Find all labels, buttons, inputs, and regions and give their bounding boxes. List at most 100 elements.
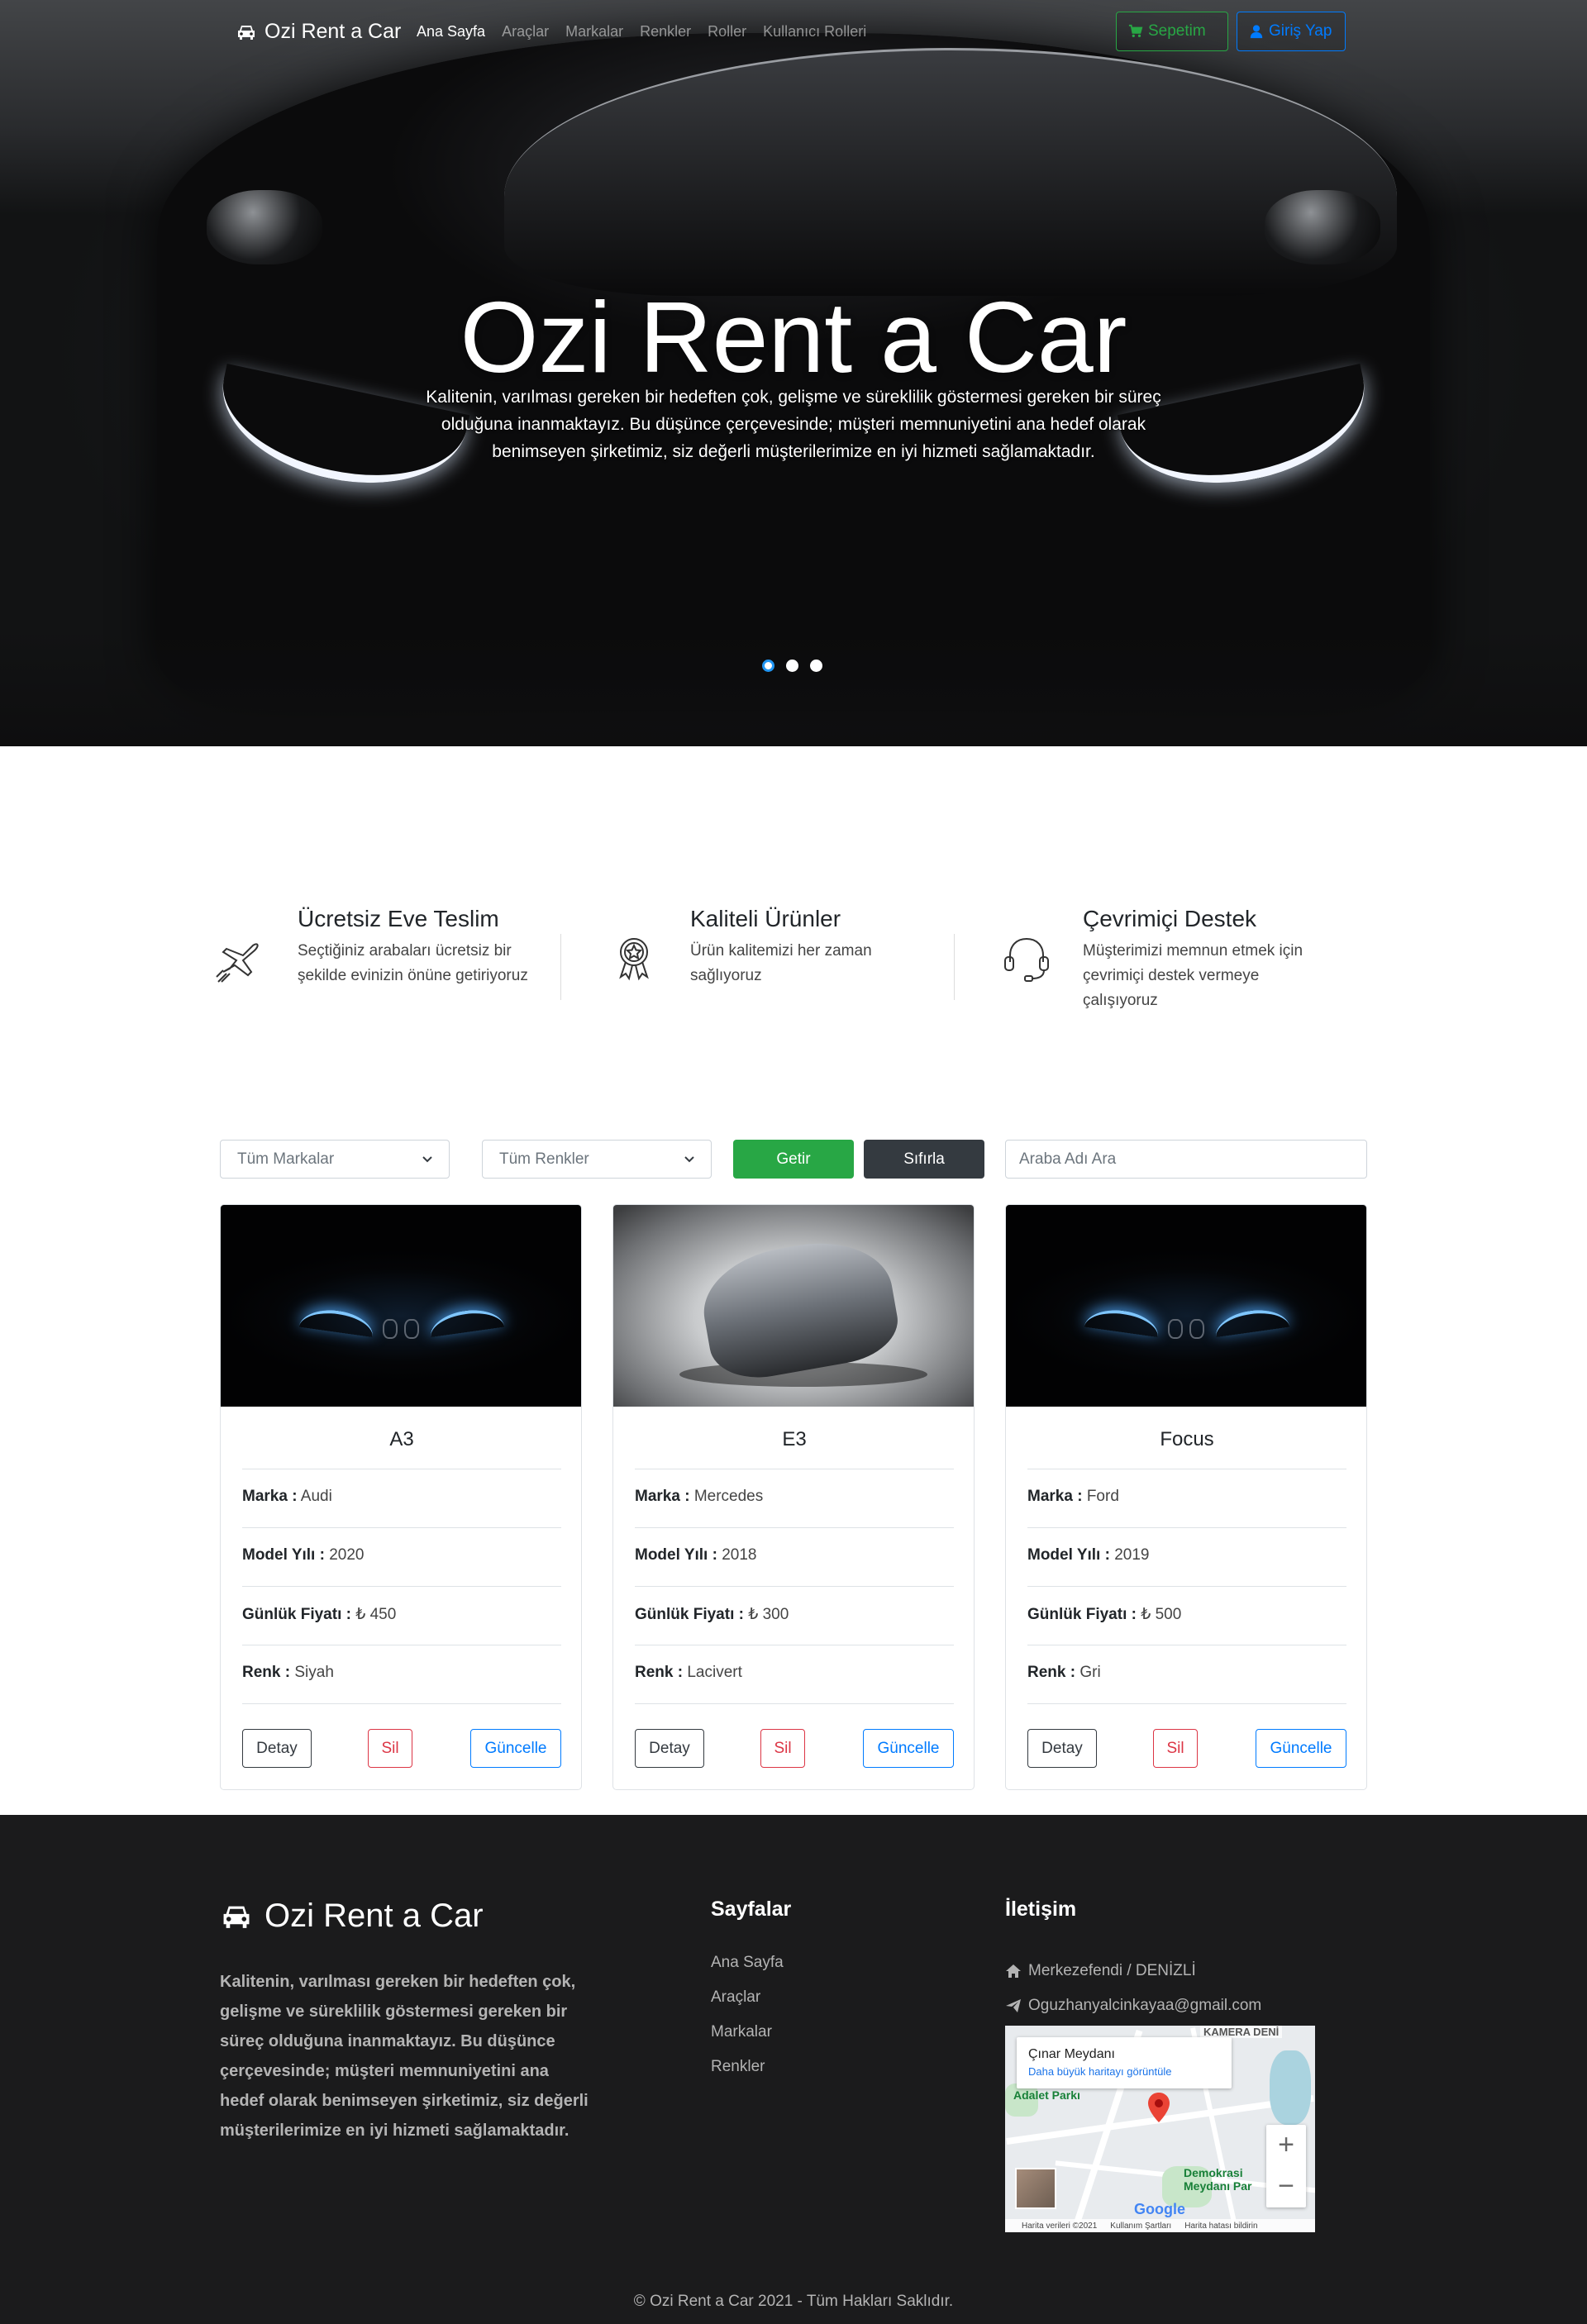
- car-price-row: Günlük Fiyatı : ₺ 300: [635, 1586, 954, 1645]
- car-year-row: Model Yılı : 2019: [1027, 1527, 1346, 1586]
- map-place-name: Çınar Meydanı: [1028, 2047, 1115, 2061]
- footer-email: Oguzhanyalcinkayaa@gmail.com: [1005, 1988, 1261, 2023]
- nav-link-brands[interactable]: Markalar: [565, 23, 623, 40]
- footer-address: Merkezefendi / DENİZLİ: [1005, 1954, 1261, 1988]
- cart-label: Sepetim: [1148, 22, 1206, 40]
- car-price-row: Günlük Fiyatı : ₺ 450: [242, 1586, 561, 1645]
- footer-link-brands[interactable]: Markalar: [711, 2023, 784, 2058]
- map-terms-link[interactable]: Kullanım Şartları: [1110, 2222, 1171, 2231]
- nav-link-colors[interactable]: Renkler: [640, 23, 691, 40]
- map-label-park: Adalet Parkı: [1013, 2088, 1080, 2102]
- feature-delivery: Ücretsiz Eve Teslim Seçtiğiniz arabaları…: [212, 901, 559, 1025]
- zoom-out-button[interactable]: −: [1266, 2166, 1306, 2207]
- delete-button[interactable]: Sil: [368, 1729, 412, 1768]
- car-name: E3: [782, 1428, 807, 1450]
- footer-about: Kalitenin, varılması gereken bir hedefte…: [220, 1973, 589, 2140]
- map-place-card: Çınar Meydanı Daha büyük haritayı görünt…: [1017, 2037, 1232, 2088]
- nav-link-cars[interactable]: Araçlar: [502, 23, 549, 40]
- car-brand-row: Marka : Ford: [1027, 1469, 1346, 1527]
- footer-link-cars[interactable]: Araçlar: [711, 1988, 784, 2023]
- brand-label: Ozi Rent a Car: [264, 20, 402, 43]
- feature-support: Çevrimiçi Destek Müşterimizi memnun etme…: [997, 901, 1344, 1025]
- map-larger-link[interactable]: Daha büyük haritayı görüntüle: [1028, 2065, 1220, 2078]
- delete-button[interactable]: Sil: [1153, 1729, 1198, 1768]
- color-select[interactable]: Tüm Renkler: [482, 1140, 712, 1179]
- nav-link-home[interactable]: Ana Sayfa: [417, 23, 485, 40]
- footer-pages: Ana Sayfa Araçlar Markalar Renkler: [711, 1954, 784, 2093]
- footer-contact-title: İletişim: [1005, 1898, 1077, 1921]
- feature-divider: [560, 934, 561, 1000]
- car-name: Focus: [1160, 1428, 1214, 1450]
- carousel-indicators: [762, 660, 822, 672]
- login-button[interactable]: Giriş Yap: [1237, 12, 1346, 51]
- car-year-row: Model Yılı : 2020: [242, 1527, 561, 1586]
- car-icon: [223, 1906, 250, 1928]
- map-satellite-toggle[interactable]: [1015, 2168, 1056, 2209]
- car-image: [1006, 1205, 1366, 1407]
- feature-title: Ücretsiz Eve Teslim: [298, 906, 499, 931]
- reset-filter-button[interactable]: Sıfırla: [864, 1140, 984, 1179]
- footer-link-colors[interactable]: Renkler: [711, 2058, 784, 2093]
- feature-title: Kaliteli Ürünler: [690, 906, 841, 931]
- car-brand-row: Marka : Mercedes: [635, 1469, 954, 1527]
- car-name: A3: [389, 1428, 414, 1450]
- chevron-down-icon: [422, 1155, 432, 1162]
- user-icon: [1250, 25, 1263, 39]
- car-color-row: Renk : Siyah: [242, 1645, 561, 1703]
- detail-button[interactable]: Detay: [635, 1729, 704, 1768]
- feature-title: Çevrimiçi Destek: [1083, 906, 1257, 931]
- headset-icon: [1004, 937, 1049, 982]
- home-icon: [1006, 1964, 1021, 1978]
- navbar: Ozi Rent a Car Ana Sayfa Araçlar Markala…: [0, 0, 1587, 64]
- car-icon: [238, 25, 255, 40]
- car-color-row: Renk : Gri: [1027, 1645, 1346, 1703]
- delete-button[interactable]: Sil: [760, 1729, 805, 1768]
- car-image: [221, 1205, 581, 1407]
- nav-link-roles[interactable]: Roller: [708, 23, 746, 40]
- award-icon: [619, 938, 649, 981]
- car-card: E3 Marka : Mercedes Model Yılı : 2018 Gü…: [612, 1204, 975, 1790]
- login-label: Giriş Yap: [1269, 22, 1332, 40]
- map-pin-icon[interactable]: [1147, 2092, 1170, 2123]
- location-map[interactable]: KAMERA DENİ Çınar Meydanı Daha büyük har…: [1005, 2026, 1315, 2232]
- feature-quality: Kaliteli Ürünler Ürün kalitemizi her zam…: [604, 901, 951, 1025]
- carousel-indicator-2[interactable]: [786, 660, 798, 672]
- carousel-indicator-3[interactable]: [810, 660, 822, 672]
- feature-desc: Ürün kalitemizi her zaman sağlıyoruz: [690, 942, 872, 984]
- feature-divider: [954, 934, 955, 1000]
- footer-contact: Merkezefendi / DENİZLİ Oguzhanyalcinkaya…: [1005, 1954, 1261, 2023]
- car-color-row: Renk : Lacivert: [635, 1645, 954, 1703]
- map-report-link[interactable]: Harita hatası bildirin: [1184, 2222, 1257, 2231]
- detail-button[interactable]: Detay: [1027, 1729, 1097, 1768]
- car-search-input[interactable]: Araba Adı Ara: [1005, 1140, 1367, 1179]
- cart-button[interactable]: Sepetim: [1116, 12, 1228, 51]
- footer-link-home[interactable]: Ana Sayfa: [711, 1954, 784, 1988]
- detail-button[interactable]: Detay: [242, 1729, 312, 1768]
- nav-link-user-roles[interactable]: Kullanıcı Rolleri: [763, 23, 866, 40]
- update-button[interactable]: Güncelle: [470, 1729, 561, 1768]
- google-logo: Google: [1134, 2201, 1185, 2217]
- car-year-row: Model Yılı : 2018: [635, 1527, 954, 1586]
- chevron-down-icon: [684, 1155, 694, 1162]
- navbar-brand[interactable]: Ozi Rent a Car: [236, 20, 401, 44]
- footer-brand: Ozi Rent a Car: [220, 1898, 484, 1935]
- car-image: [613, 1205, 974, 1407]
- car-price-row: Günlük Fiyatı : ₺ 500: [1027, 1586, 1346, 1645]
- copyright: © Ozi Rent a Car 2021 - Tüm Hakları Sakl…: [633, 2293, 954, 2310]
- map-label-kamera: KAMERA DENİ: [1200, 2026, 1283, 2038]
- airplane-icon: [216, 943, 259, 983]
- car-card: Focus Marka : Ford Model Yılı : 2019 Gün…: [1005, 1204, 1367, 1790]
- nav-links: Ana Sayfa Araçlar Markalar Renkler Rolle…: [417, 23, 866, 40]
- hero-text: Kalitenin, varılması gereken bir hedefte…: [426, 388, 1161, 461]
- footer: Ozi Rent a Car Kalitenin, varılması gere…: [0, 1815, 1587, 2324]
- map-label-square: Demokrasi Meydanı Par: [1184, 2166, 1252, 2193]
- zoom-in-button[interactable]: +: [1266, 2125, 1306, 2166]
- update-button[interactable]: Güncelle: [1256, 1729, 1346, 1768]
- apply-filter-button[interactable]: Getir: [733, 1140, 854, 1179]
- footer-pages-title: Sayfalar: [711, 1898, 792, 1921]
- update-button[interactable]: Güncelle: [863, 1729, 954, 1768]
- car-card: A3 Marka : Audi Model Yılı : 2020 Günlük…: [220, 1204, 582, 1790]
- carousel-indicator-1[interactable]: [762, 660, 774, 672]
- hero-carousel: Ozi Rent a Car Ana Sayfa Araçlar Markala…: [0, 0, 1587, 746]
- brand-select[interactable]: Tüm Markalar: [220, 1140, 450, 1179]
